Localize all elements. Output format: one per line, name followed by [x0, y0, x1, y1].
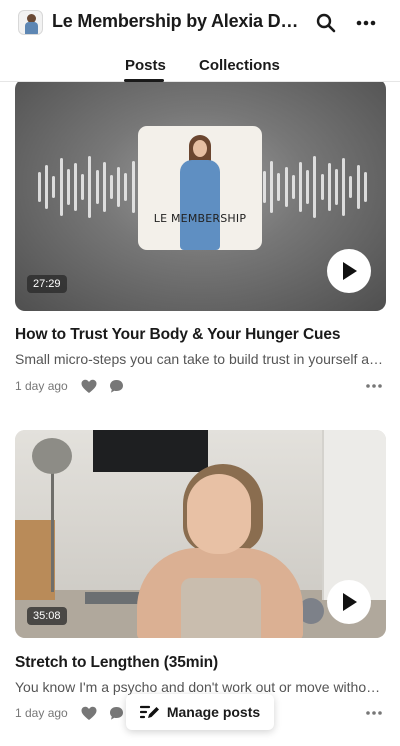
- waveform-bar: [88, 156, 92, 218]
- waveform-bar: [284, 167, 288, 207]
- waveform-bar: [363, 172, 367, 202]
- waveform-bar: [320, 174, 324, 200]
- tab-posts[interactable]: Posts: [125, 57, 166, 74]
- waveform-bar: [95, 170, 99, 204]
- manage-posts-button[interactable]: Manage posts: [126, 694, 274, 730]
- wooden-shelf: [15, 520, 55, 600]
- waveform-bar: [342, 158, 346, 216]
- waveform-bar: [102, 162, 106, 212]
- cover-logo-text: LE MEMBERSHIP: [153, 212, 247, 225]
- creator-avatar[interactable]: [18, 10, 43, 35]
- waveform-bar: [131, 161, 135, 213]
- waveform-bar: [270, 161, 274, 213]
- heart-icon: [81, 706, 97, 720]
- waveform-bar: [117, 167, 121, 207]
- waveform-bar: [110, 175, 114, 199]
- more-horizontal-icon: [366, 384, 382, 388]
- like-button[interactable]: [78, 702, 100, 724]
- door: [322, 430, 386, 600]
- post-timestamp: 1 day ago: [15, 379, 68, 393]
- waveform-bar: [124, 173, 128, 201]
- waveform-bar: [335, 169, 339, 205]
- post-more-button[interactable]: [362, 702, 386, 724]
- app-header: Le Membership by Alexia Degremont Posts …: [0, 0, 400, 82]
- search-icon: [316, 13, 336, 33]
- post-subtitle: Small micro-steps you can take to build …: [15, 351, 386, 367]
- duration-badge: 35:08: [27, 607, 67, 625]
- lamp-shade: [32, 438, 72, 474]
- person-face: [187, 474, 251, 554]
- waveform-bar: [59, 158, 63, 216]
- comment-button[interactable]: [106, 375, 128, 397]
- waveform-bar: [45, 165, 49, 209]
- post-subtitle: You know I'm a psycho and don't work out…: [15, 679, 386, 695]
- waveform-bar: [74, 163, 78, 211]
- waveform-bar: [356, 165, 360, 209]
- waveform-bar: [299, 162, 303, 212]
- waveform-right: [263, 147, 367, 227]
- more-horizontal-icon: [356, 20, 376, 26]
- like-button[interactable]: [78, 375, 100, 397]
- manage-posts-label: Manage posts: [166, 704, 261, 720]
- tab-collections[interactable]: Collections: [199, 57, 280, 74]
- waveform-bar: [327, 163, 331, 211]
- cover-face: [193, 140, 207, 157]
- tab-bar: Posts Collections: [0, 52, 400, 82]
- waveform-bar: [349, 176, 353, 198]
- waveform-bar: [291, 175, 295, 199]
- membership-cover-art: LE MEMBERSHIP: [138, 126, 262, 250]
- video-thumbnail[interactable]: 35:08: [15, 430, 386, 638]
- post-timestamp: 1 day ago: [15, 706, 68, 720]
- tv-screen: [93, 430, 208, 472]
- active-tab-indicator: [124, 79, 164, 82]
- post-meta: 1 day ago: [15, 375, 386, 397]
- comment-icon: [110, 379, 124, 393]
- waveform-bar: [38, 172, 41, 202]
- waveform-bar: [277, 173, 281, 201]
- play-icon: [343, 593, 357, 611]
- play-button[interactable]: [327, 580, 371, 624]
- audio-thumbnail[interactable]: LE MEMBERSHIP 27:29: [15, 79, 386, 311]
- play-button[interactable]: [327, 249, 371, 293]
- post-title[interactable]: How to Trust Your Body & Your Hunger Cue…: [15, 326, 341, 344]
- post-more-button[interactable]: [362, 375, 386, 397]
- waveform-bar: [52, 176, 56, 198]
- comment-icon: [110, 706, 124, 720]
- cover-body: [180, 160, 220, 250]
- play-icon: [343, 262, 357, 280]
- more-horizontal-icon: [366, 711, 382, 715]
- waveform-bar: [81, 174, 85, 200]
- page-title: Le Membership by Alexia Degremont: [52, 11, 304, 31]
- person-top: [181, 578, 261, 638]
- comment-button[interactable]: [106, 702, 128, 724]
- lamp-pole: [51, 470, 54, 592]
- waveform-bar: [313, 156, 317, 218]
- heart-icon: [81, 379, 97, 393]
- more-options-button[interactable]: [351, 8, 381, 38]
- waveform-left: [38, 147, 142, 227]
- waveform-bar: [306, 170, 310, 204]
- avatar-body: [25, 22, 38, 34]
- waveform-bar: [263, 171, 266, 203]
- edit-list-icon: [139, 704, 160, 720]
- waveform-bar: [66, 169, 70, 205]
- duration-badge: 27:29: [27, 275, 67, 293]
- post-title[interactable]: Stretch to Lengthen (35min): [15, 654, 218, 672]
- search-button[interactable]: [311, 8, 341, 38]
